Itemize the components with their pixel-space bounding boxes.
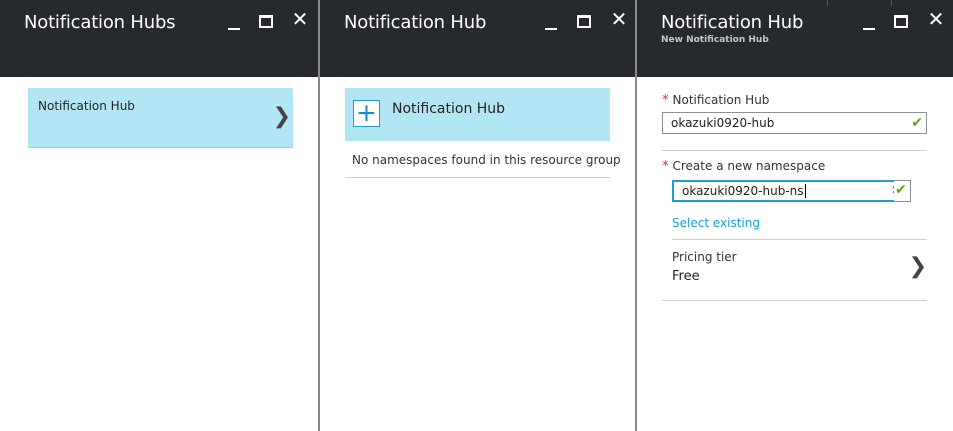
blade-subtitle: New Notification Hub (661, 35, 769, 45)
minimize-icon[interactable] (224, 10, 244, 32)
divider (662, 150, 927, 151)
divider (891, 0, 892, 6)
required-marker: * (662, 93, 669, 108)
list-item-label: Notification Hub (38, 99, 135, 113)
namespace-input[interactable]: okazuki0920-hub-ns ✕ (672, 180, 911, 202)
maximize-icon[interactable] (574, 10, 594, 32)
pricing-tier-label: Pricing tier (672, 250, 737, 264)
divider (345, 177, 610, 178)
chevron-right-icon: ❯ (908, 254, 927, 279)
empty-state-text: No namespaces found in this resource gro… (352, 153, 621, 167)
select-existing-link[interactable]: Select existing (672, 216, 760, 230)
namespace-value: okazuki0920-hub-ns (682, 184, 806, 198)
pricing-tier-selector[interactable]: Pricing tier Free ❯ (672, 240, 927, 300)
plus-icon: + (353, 98, 380, 127)
pricing-tier-value: Free (672, 269, 700, 284)
namespace-status: ✔ (894, 180, 911, 202)
minimize-icon[interactable] (859, 10, 879, 32)
divider (827, 0, 828, 6)
hub-name-value: okazuki0920-hub (671, 116, 775, 130)
list-item-notification-hub[interactable]: Notification Hub ❯ (28, 88, 293, 148)
hub-name-input[interactable]: okazuki0920-hub ✔ (662, 112, 927, 134)
maximize-icon[interactable] (891, 10, 911, 32)
blade-title: Notification Hubs (24, 12, 176, 33)
blade-header: Notification Hub New Notification Hub ✕ (637, 0, 953, 77)
required-marker: * (662, 159, 669, 174)
close-icon[interactable]: ✕ (926, 8, 946, 32)
hub-name-label: * Notification Hub (662, 93, 770, 108)
maximize-icon[interactable] (256, 10, 276, 32)
blade-title: Notification Hub (344, 12, 487, 33)
chevron-right-icon: ❯ (272, 104, 291, 129)
blade-new-notification-hub: Notification Hub New Notification Hub ✕ … (637, 0, 953, 431)
add-notification-hub-button[interactable]: + Notification Hub (345, 88, 610, 141)
checkmark-icon: ✔ (895, 182, 907, 198)
close-icon[interactable]: ✕ (609, 8, 629, 32)
blade-notification-hubs: Notification Hubs ✕ Notification Hub ❯ (0, 0, 318, 431)
add-button-label: Notification Hub (392, 101, 506, 117)
close-icon[interactable]: ✕ (290, 8, 310, 32)
portal-root: Notification Hubs ✕ Notification Hub ❯ N… (0, 0, 953, 431)
blade-header: Notification Hubs ✕ (0, 0, 318, 77)
blade-header: Notification Hub ✕ (320, 0, 635, 77)
minimize-icon[interactable] (541, 10, 561, 32)
blade-title: Notification Hub (661, 12, 804, 33)
checkmark-icon: ✔ (911, 115, 923, 131)
divider (662, 300, 927, 301)
blade-notification-hub-namespaces: Notification Hub ✕ + Notification Hub No… (320, 0, 635, 431)
namespace-label: * Create a new namespace (662, 159, 826, 174)
